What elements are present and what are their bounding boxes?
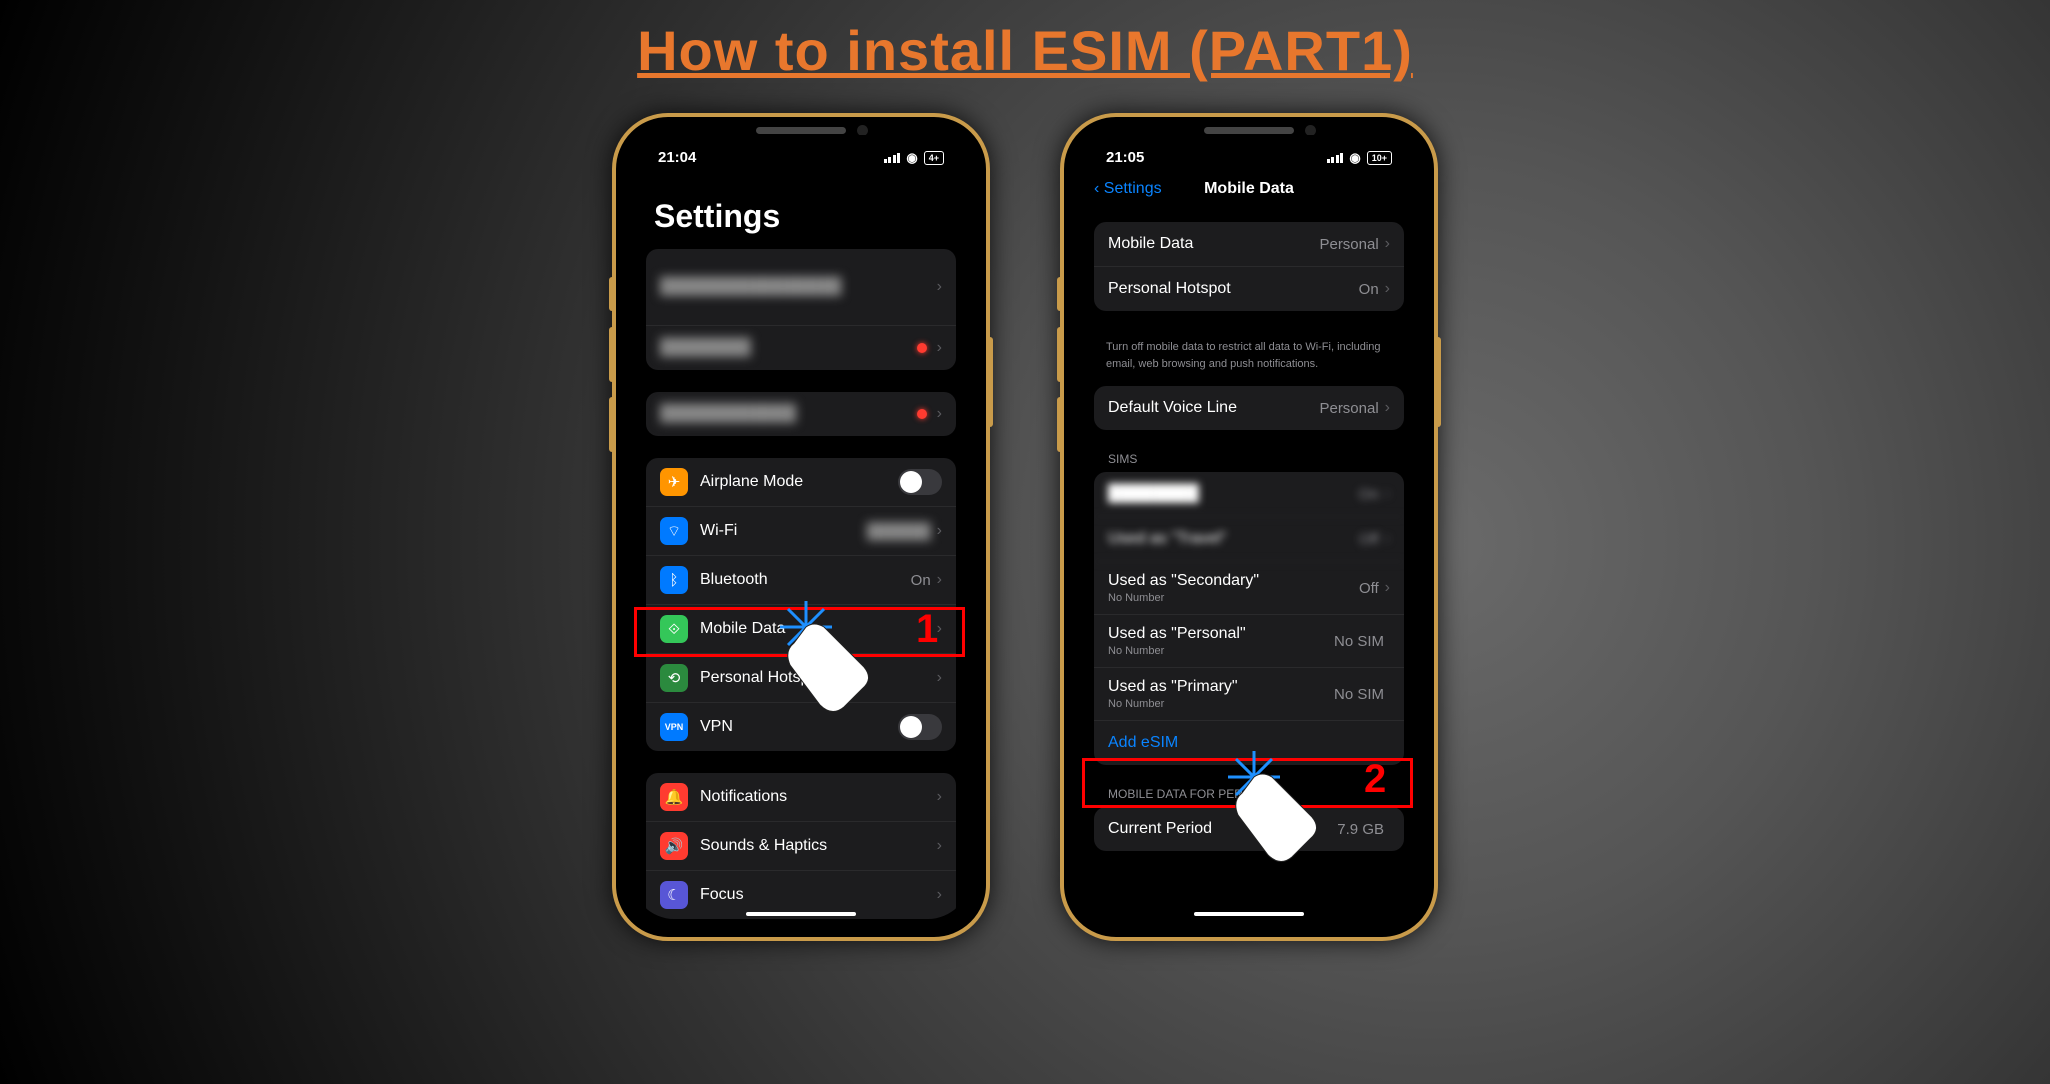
home-indicator (746, 912, 856, 916)
status-bar: 21:04 ◉ 4+ (632, 135, 970, 172)
profile-sub-row[interactable]: ████████ › (646, 326, 956, 370)
moon-icon: ☾ (660, 881, 688, 909)
clock: 21:05 (1106, 149, 1144, 166)
sim-row-1[interactable]: ████████ On › (1094, 472, 1404, 517)
add-esim-row[interactable]: Add eSIM (1094, 721, 1404, 765)
signal-icon (884, 153, 901, 163)
home-indicator (1194, 912, 1304, 916)
profile-group: ████████████████ › ████████ › (646, 249, 956, 370)
wifi-row[interactable]: ⌔ Wi-Fi ██████ › (646, 507, 956, 556)
profile-row[interactable]: ████████████████ › (646, 249, 956, 326)
current-period-row[interactable]: Current Period 7.9 GB (1094, 807, 1404, 851)
phone-mobile-data: 21:05 ◉ 10+ ‹ Settings Mobile Data Mobil… (1060, 113, 1438, 941)
voice-group: Default Voice Line Personal › (1094, 386, 1404, 430)
notch (1204, 127, 1294, 134)
voice-line-row[interactable]: Default Voice Line Personal › (1094, 386, 1404, 430)
sim-row-personal[interactable]: Used as "Personal" No Number No SIM (1094, 615, 1404, 668)
sim-row-secondary[interactable]: Used as "Secondary" No Number Off › (1094, 562, 1404, 615)
airplane-icon: ✈ (660, 468, 688, 496)
alerts-group: 🔔 Notifications › 🔊 Sounds & Haptics › ☾… (646, 773, 956, 919)
phone-settings: 21:04 ◉ 4+ Settings ████████████████ › █… (612, 113, 990, 941)
sounds-row[interactable]: 🔊 Sounds & Haptics › (646, 822, 956, 871)
blurred-row[interactable]: ████████████ › (646, 392, 956, 436)
hotspot-icon: ⟲ (660, 664, 688, 692)
connectivity-group: ✈ Airplane Mode ⌔ Wi-Fi ██████ › ᛒ Bluet… (646, 458, 956, 751)
page-title: How to install ESIM (PART1) (0, 18, 2050, 83)
notch (756, 127, 846, 134)
sim-row-primary[interactable]: Used as "Primary" No Number No SIM (1094, 668, 1404, 721)
sim-row-2[interactable]: Used as "Travel" Off › (1094, 517, 1404, 562)
bell-icon: 🔔 (660, 783, 688, 811)
chevron-right-icon: › (937, 278, 942, 296)
phones-stage: 21:04 ◉ 4+ Settings ████████████████ › █… (0, 113, 2050, 941)
help-text: Turn off mobile data to restrict all dat… (1080, 333, 1418, 386)
data-group: Mobile Data Personal › Personal Hotspot … (1094, 222, 1404, 311)
bluetooth-row[interactable]: ᛒ Bluetooth On › (646, 556, 956, 605)
step2-number: 2 (1364, 757, 1386, 802)
settings-title: Settings (632, 172, 970, 249)
airplane-toggle[interactable] (898, 469, 942, 495)
antenna-icon: ⟐ (660, 615, 688, 643)
notifications-row[interactable]: 🔔 Notifications › (646, 773, 956, 822)
nav-bar: ‹ Settings Mobile Data (1080, 172, 1418, 208)
nav-title: Mobile Data (1204, 180, 1294, 198)
vpn-row[interactable]: VPN VPN (646, 703, 956, 751)
wifi-icon: ◉ (1349, 150, 1360, 166)
airplane-row[interactable]: ✈ Airplane Mode (646, 458, 956, 507)
back-button[interactable]: ‹ Settings (1094, 180, 1162, 198)
battery-icon: 10+ (1367, 151, 1392, 165)
sims-group: ████████ On › Used as "Travel" Off › Use… (1094, 472, 1404, 765)
step1-number: 1 (916, 607, 938, 652)
alert-dot-icon (917, 409, 927, 419)
speaker-icon: 🔊 (660, 832, 688, 860)
sims-header: SIMs (1080, 452, 1418, 472)
signal-icon (1327, 153, 1344, 163)
wifi-icon: ◉ (906, 150, 917, 166)
vpn-icon: VPN (660, 713, 688, 741)
status-bar: 21:05 ◉ 10+ (1080, 135, 1418, 172)
mobile-data-row[interactable]: Mobile Data Personal › (1094, 222, 1404, 267)
usage-group: Current Period 7.9 GB (1094, 807, 1404, 851)
wifi-icon: ⌔ (660, 517, 688, 545)
battery-icon: 4+ (924, 151, 944, 165)
bluetooth-icon: ᛒ (660, 566, 688, 594)
clock: 21:04 (658, 149, 696, 166)
alert-dot-icon (917, 343, 927, 353)
single-blur-group: ████████████ › (646, 392, 956, 436)
vpn-toggle[interactable] (898, 714, 942, 740)
hotspot-row[interactable]: ⟲ Personal Hotspot › (646, 654, 956, 703)
hotspot-row[interactable]: Personal Hotspot On › (1094, 267, 1404, 311)
mobile-data-row[interactable]: ⟐ Mobile Data › (646, 605, 956, 654)
